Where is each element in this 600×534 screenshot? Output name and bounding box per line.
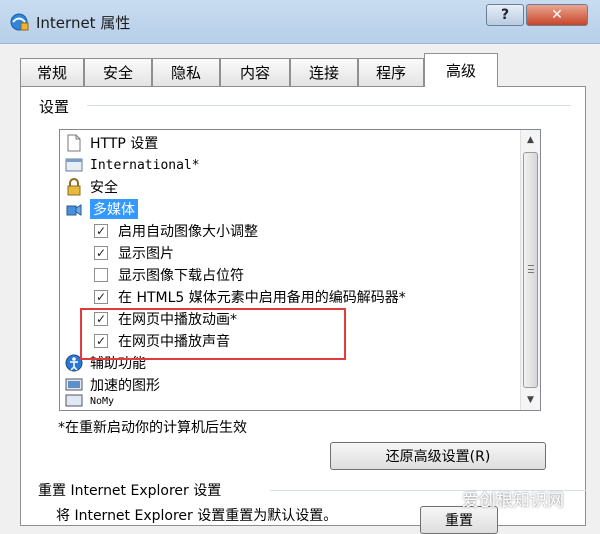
- tree-item-international[interactable]: International*: [64, 154, 200, 176]
- tab-privacy[interactable]: 隐私: [152, 58, 220, 86]
- globe-page-icon: [64, 155, 84, 175]
- tree-item-security[interactable]: 安全: [64, 176, 118, 198]
- reset-group-label: 重置 Internet Explorer 设置: [38, 483, 222, 499]
- restart-footnote: *在重新启动你的计算机后生效: [58, 420, 247, 436]
- tab-security[interactable]: 安全: [84, 58, 152, 86]
- graphics-icon: [64, 375, 84, 395]
- restore-advanced-button[interactable]: 还原高级设置(R): [330, 442, 546, 470]
- scroll-up-icon[interactable]: ▲: [523, 132, 538, 148]
- title-bar: Internet 属性 ? ✕: [0, 0, 600, 44]
- tree-label-accelerated: 加速的图形: [90, 378, 160, 394]
- tab-connections[interactable]: 连接: [290, 58, 358, 86]
- option-label-placeholders: 显示图像下载占位符: [118, 268, 244, 284]
- scroll-thumb[interactable]: [523, 152, 538, 388]
- option-label-auto-resize: 启用自动图像大小调整: [118, 224, 258, 240]
- tree-item-partial[interactable]: NoMy: [64, 394, 114, 408]
- help-button[interactable]: ?: [486, 4, 524, 26]
- lock-icon: [64, 177, 84, 197]
- group-divider: [87, 105, 571, 106]
- ie-settings-icon: [8, 11, 30, 33]
- tree-label-security: 安全: [90, 180, 118, 196]
- tab-programs[interactable]: 程序: [358, 58, 424, 86]
- tree-label-http: HTTP 设置: [90, 136, 159, 152]
- settings-group-label: 设置: [39, 98, 70, 116]
- watermark-text: 爱创根知识网: [462, 491, 564, 511]
- checkbox-html5-codecs[interactable]: ✓: [94, 290, 108, 304]
- close-button[interactable]: ✕: [526, 4, 588, 26]
- tree-label-partial: NoMy: [90, 395, 115, 407]
- window-title: Internet 属性: [36, 14, 131, 32]
- checkbox-show-pictures[interactable]: ✓: [94, 246, 108, 260]
- tree-item-http[interactable]: HTTP 设置: [64, 132, 158, 154]
- graphics-icon: [64, 394, 84, 408]
- scroll-down-icon[interactable]: ▼: [523, 392, 538, 408]
- tree-item-multimedia[interactable]: 多媒体: [64, 198, 138, 220]
- annotation-highlight-box: [80, 308, 346, 360]
- checkbox-placeholders[interactable]: [94, 268, 108, 282]
- tree-item-accelerated[interactable]: 加速的图形: [64, 374, 160, 396]
- tab-advanced[interactable]: 高级: [424, 53, 498, 87]
- tab-general[interactable]: 常规: [20, 58, 84, 86]
- document-icon: [64, 133, 84, 153]
- option-auto-resize[interactable]: ✓ 启用自动图像大小调整: [94, 220, 258, 242]
- multimedia-icon: [64, 199, 84, 219]
- option-label-html5-codecs: 在 HTML5 媒体元素中启用备用的编码解码器*: [118, 290, 406, 306]
- tree-label-multimedia: 多媒体: [90, 199, 138, 219]
- option-html5-codecs[interactable]: ✓ 在 HTML5 媒体元素中启用备用的编码解码器*: [94, 286, 406, 308]
- option-placeholders[interactable]: 显示图像下载占位符: [94, 264, 244, 286]
- option-label-show-pictures: 显示图片: [118, 246, 174, 262]
- reset-description: 将 Internet Explorer 设置重置为默认设置。: [56, 508, 338, 524]
- settings-tree[interactable]: HTTP 设置 International* 安全 多媒体 ✓ 启用自动图像大小…: [59, 129, 541, 411]
- tab-content[interactable]: 内容: [220, 58, 290, 86]
- option-show-pictures[interactable]: ✓ 显示图片: [94, 242, 174, 264]
- checkbox-auto-resize[interactable]: ✓: [94, 224, 108, 238]
- vertical-scrollbar[interactable]: ▲ ▼: [520, 130, 540, 410]
- tree-label-international: International*: [90, 157, 200, 173]
